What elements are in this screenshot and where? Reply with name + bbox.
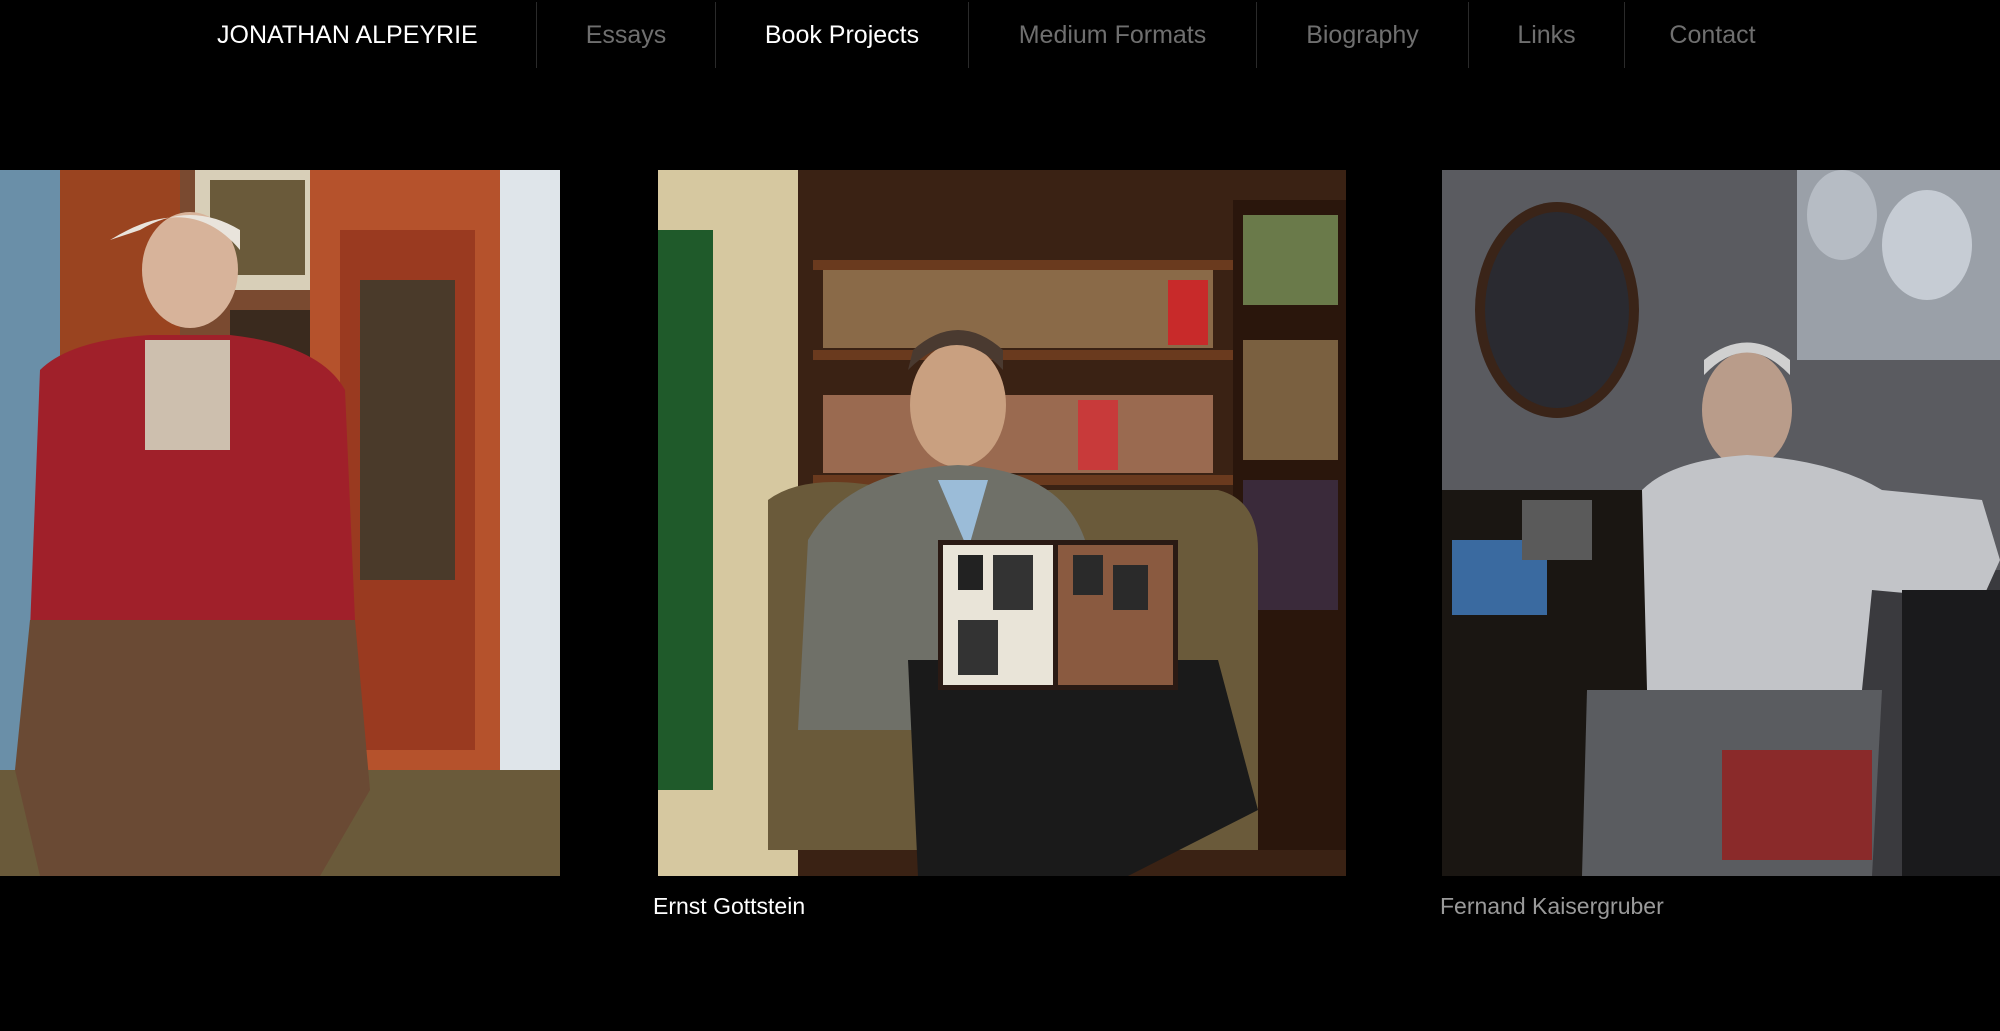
gallery-photo-center[interactable] [658, 170, 1346, 876]
nav-item-essays[interactable]: Essays [537, 0, 715, 70]
portrait-image [1442, 170, 2000, 876]
photo-caption-center[interactable]: Ernst Gottstein [653, 893, 805, 920]
gallery-photo-right[interactable] [1442, 170, 2000, 876]
top-navigation: JONATHAN ALPEYRIE Essays Book Projects M… [0, 0, 2000, 70]
nav-item-book-projects[interactable]: Book Projects [716, 0, 968, 70]
portrait-image [658, 170, 1346, 876]
nav-item-links[interactable]: Links [1469, 0, 1624, 70]
nav-item-biography[interactable]: Biography [1257, 0, 1468, 70]
nav-item-medium-formats[interactable]: Medium Formats [969, 0, 1256, 70]
photo-caption-right[interactable]: Fernand Kaisergruber [1440, 893, 1664, 920]
nav-item-contact[interactable]: Contact [1625, 0, 1800, 70]
portrait-image [0, 170, 560, 876]
site-title-link[interactable]: JONATHAN ALPEYRIE [217, 0, 497, 70]
gallery-photo-left[interactable] [0, 170, 560, 876]
